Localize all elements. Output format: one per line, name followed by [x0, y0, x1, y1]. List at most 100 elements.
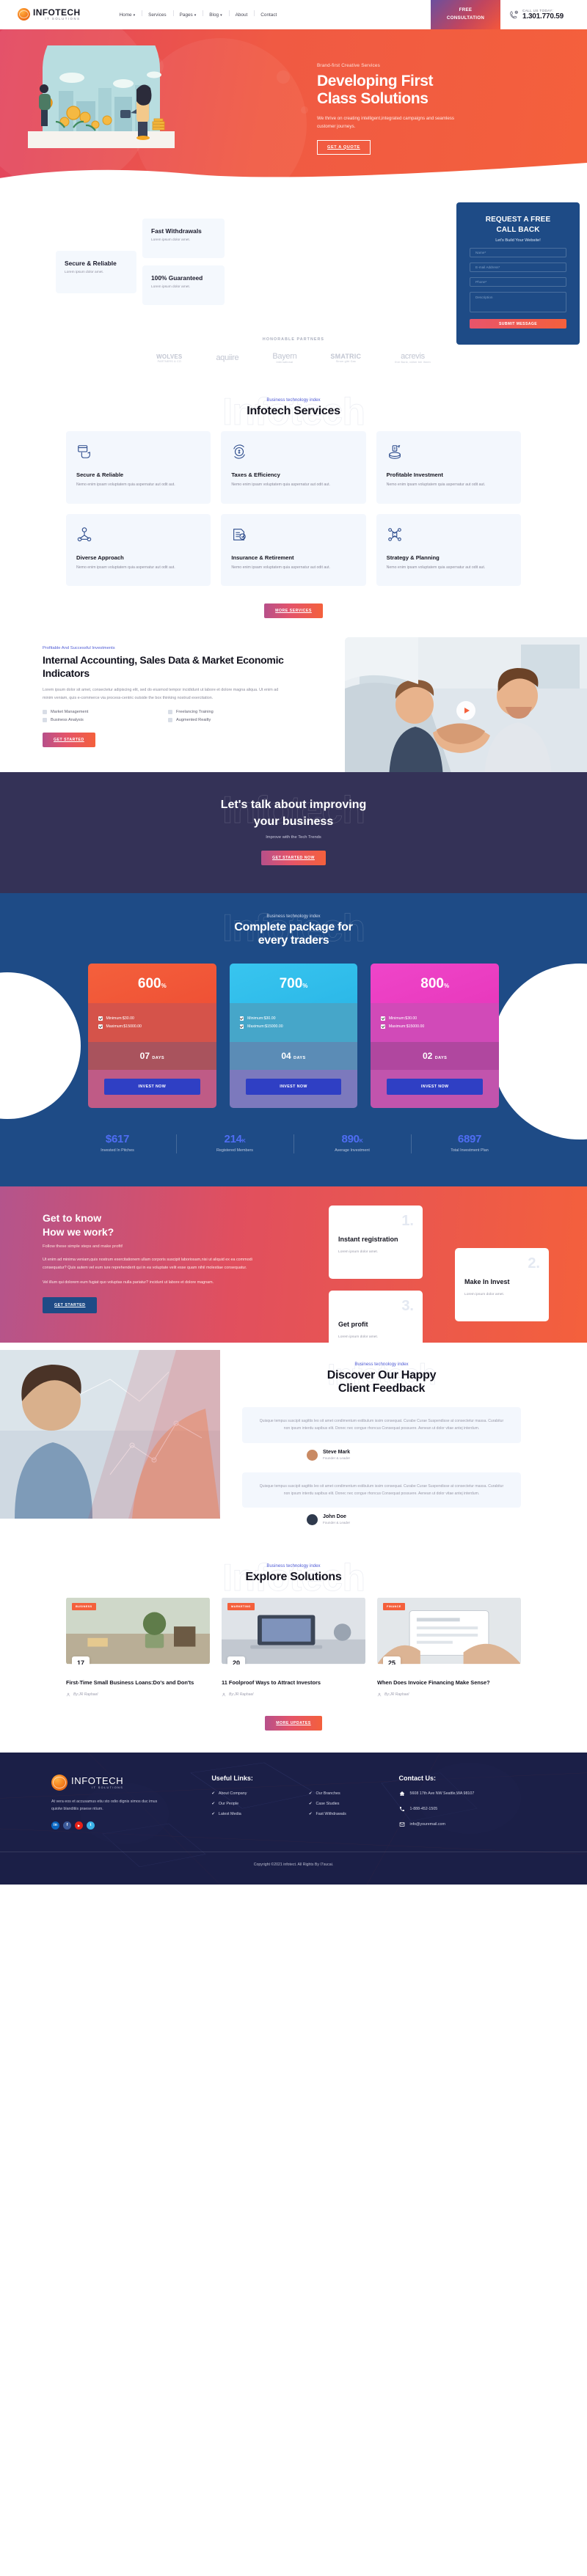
blog-card[interactable]: FINANCE 25 MAY When Does Invoice Financi…	[377, 1597, 521, 1697]
footer-link-case-studies[interactable]: ✔ Case Studies	[309, 1802, 399, 1806]
nav-item-pages[interactable]: Pages ▾	[172, 10, 203, 18]
service-card-investment[interactable]: Profitable Investment Nemo enim ipsam vo…	[376, 431, 521, 504]
hero-title-line2: Class Solutions	[317, 90, 429, 108]
hero-copy: Brand-first Creative Services Developing…	[317, 63, 486, 155]
footer-contact-email[interactable]: info@youremail.com	[399, 1821, 536, 1828]
feature-card-withdrawals: Fast Withdrawals Lorem ipsum dolor amet.	[142, 219, 225, 258]
footer-logo-tagline: IT SOLUTIONS	[92, 1786, 124, 1790]
blog-post-title[interactable]: First-Time Small Business Loans:Do's and…	[66, 1679, 210, 1687]
hero-eyebrow: Brand-first Creative Services	[317, 63, 380, 68]
stat-members: 214K Registered Members	[176, 1133, 294, 1153]
youtube-icon[interactable]: ▶	[75, 1821, 83, 1830]
checklist-item: Freelancing Training	[168, 710, 285, 715]
blog-post-title[interactable]: When Does Invoice Financing Make Sense?	[377, 1679, 521, 1687]
partner-logo-bayern: Bayern International	[272, 352, 297, 364]
stat-average: 890K Average Investment	[294, 1133, 411, 1153]
package-minimum: Minimum:$30.00	[381, 1016, 489, 1021]
feature-card-guaranteed: 100% Guaranteed Lorem ipsum dolor amet.	[142, 265, 225, 305]
get-a-quote-button[interactable]: GET A QUOTE	[317, 139, 371, 155]
checklist-item: Business Analysis	[43, 718, 159, 723]
check-icon: ✔	[308, 1811, 313, 1816]
check-icon	[168, 718, 172, 723]
home-icon	[399, 1791, 404, 1796]
free-consultation-line2: CONSULTATION	[446, 15, 485, 21]
feature-desc: Lorem ipsum dolor amet.	[151, 285, 191, 289]
get-started-button[interactable]: GET STARTED	[43, 733, 95, 748]
invest-now-button[interactable]: INVEST NOW	[245, 1078, 342, 1095]
service-card-strategy[interactable]: Strategy & Planning Nemo enim ipsam volu…	[376, 513, 521, 587]
footer-link-about-company[interactable]: ✔ About Company	[211, 1791, 302, 1796]
facebook-icon[interactable]: f	[63, 1821, 71, 1830]
service-card-insurance[interactable]: Insurance & Retirement Nemo enim ipsam v…	[221, 513, 366, 587]
service-card-diverse[interactable]: Diverse Approach Nemo enim ipsam volupta…	[66, 513, 211, 587]
footer-contact-phone[interactable]: 1-888-452-1505	[399, 1805, 536, 1813]
service-title: Taxes & Efficiency	[231, 471, 280, 478]
more-services-button[interactable]: MORE SERVICES	[264, 603, 323, 619]
more-updates-button[interactable]: MORE UPDATES	[265, 1715, 322, 1731]
free-consultation-button[interactable]: FREE CONSULTATION	[431, 0, 500, 29]
phone-input[interactable]: Phone*	[470, 277, 566, 287]
package-features: Minimum:$30.00 Maximum:$15000.00	[229, 1002, 358, 1042]
feature-title: Secure & Reliable	[65, 260, 117, 267]
name-input[interactable]: Name*	[470, 248, 566, 257]
nav-item-about[interactable]: About	[228, 10, 255, 18]
blog-card[interactable]: MARKETING 20 MAY 11 Foolproof Ways to At…	[222, 1597, 365, 1697]
nav-item-services[interactable]: Services	[142, 10, 173, 18]
check-icon	[381, 1016, 385, 1021]
phone-icon	[510, 10, 518, 18]
blog-image: MARKETING 20 MAY	[222, 1597, 365, 1665]
footer-contact-address: 5608 17th Ave NW Seattle,WA 98107	[399, 1790, 536, 1797]
footer-link-latest-media[interactable]: ✔ Latest Media	[211, 1812, 302, 1816]
play-button[interactable]	[456, 701, 475, 721]
footer-link-fast-withdrawals[interactable]: ✔ Fast Withdrawals	[309, 1812, 399, 1816]
twitter-icon[interactable]: t	[87, 1821, 95, 1830]
description-input[interactable]: Description	[470, 292, 566, 312]
footer-links-column: Useful Links: ✔ About Company ✔ Our Branch…	[211, 1775, 398, 1830]
partners-logos: WOLVES PARTNERS & CO aquiire Bayern Inte…	[0, 352, 587, 364]
package-percent: 600%	[88, 963, 216, 1003]
invest-now-button[interactable]: INVEST NOW	[387, 1078, 483, 1095]
linkedin-icon[interactable]: in	[51, 1821, 59, 1830]
testimonial-quote: Quisque tempus suscipit sagittis leo sit…	[242, 1407, 521, 1443]
cta-banner: Infotech Let's talk about improving your…	[0, 772, 587, 893]
blog-post-title[interactable]: 11 Foolproof Ways to Attract Investors	[222, 1679, 365, 1687]
testimonial-author: Steve Mark Founder & Leader	[307, 1449, 521, 1461]
blog-author: By:JR Raphael	[222, 1692, 365, 1697]
call-number[interactable]: 1.301.770.59	[522, 12, 564, 21]
call-us-block[interactable]: CALL US TODAY: 1.301.770.59	[500, 0, 587, 29]
cta-title-line2: your business	[253, 815, 334, 828]
get-started-now-button[interactable]: GET STARTED NOW	[261, 850, 326, 865]
service-desc: Nemo enim ipsam voluptatem quia aspernat…	[386, 482, 486, 487]
packages-eyebrow: Business technology index	[266, 913, 321, 919]
package-percent: 700%	[229, 963, 358, 1003]
nav-item-contact[interactable]: Contact	[254, 10, 283, 18]
page-root: INFOTECH IT SOLUTIONS Home ▾ Services Pag…	[0, 0, 587, 1885]
service-desc: Nemo enim ipsam voluptatem quia aspernat…	[76, 565, 175, 570]
invest-now-button[interactable]: INVEST NOW	[104, 1078, 200, 1095]
footer-logo[interactable]: INFOTECH IT SOLUTIONS	[51, 1774, 195, 1791]
blog-eyebrow: Business technology index	[266, 1563, 321, 1568]
submit-message-button[interactable]: SUBMIT MESSAGE	[470, 319, 566, 329]
cta-subtitle: Improve with the Tech Trends	[266, 834, 321, 840]
testimonials-title-line2: Client Feedback	[338, 1382, 426, 1395]
service-card-taxes[interactable]: Taxes & Efficiency Nemo enim ipsam volup…	[221, 431, 366, 504]
nav-item-blog[interactable]: Blog ▾	[203, 10, 228, 18]
accounting-video[interactable]	[345, 637, 587, 785]
packages-title: Complete package for every traders	[0, 921, 587, 947]
email-input[interactable]: E-mail Address*	[470, 263, 566, 272]
blog-grid: BUSINESS 17 MAY First-Time Small Busines…	[66, 1597, 521, 1697]
feature-cards: Secure & Reliable Lorem ipsum dolor amet…	[18, 205, 311, 315]
brand-logo[interactable]: INFOTECH IT SOLUTIONS	[18, 8, 81, 21]
footer-link-our-branches[interactable]: ✔ Our Branches	[309, 1791, 399, 1796]
logo-text: INFOTECH IT SOLUTIONS	[33, 8, 81, 21]
services-heading: Infotech Business technology index Infot…	[0, 391, 587, 434]
service-card-secure[interactable]: Secure & Reliable Nemo enim ipsam volupt…	[66, 431, 211, 504]
document-shield-icon	[233, 528, 247, 540]
nav-item-home[interactable]: Home ▾	[113, 12, 142, 18]
step-card-1: 1. Instant registration Lorem ipsum dolo…	[329, 1205, 423, 1279]
testimonial-name: Steve Mark	[323, 1450, 350, 1455]
blog-image: FINANCE 25 MAY	[377, 1597, 521, 1665]
blog-card[interactable]: BUSINESS 17 MAY First-Time Small Busines…	[66, 1597, 210, 1697]
footer-link-our-people[interactable]: ✔ Our People	[211, 1802, 302, 1806]
how-get-started-button[interactable]: GET STARTED	[43, 1297, 98, 1314]
